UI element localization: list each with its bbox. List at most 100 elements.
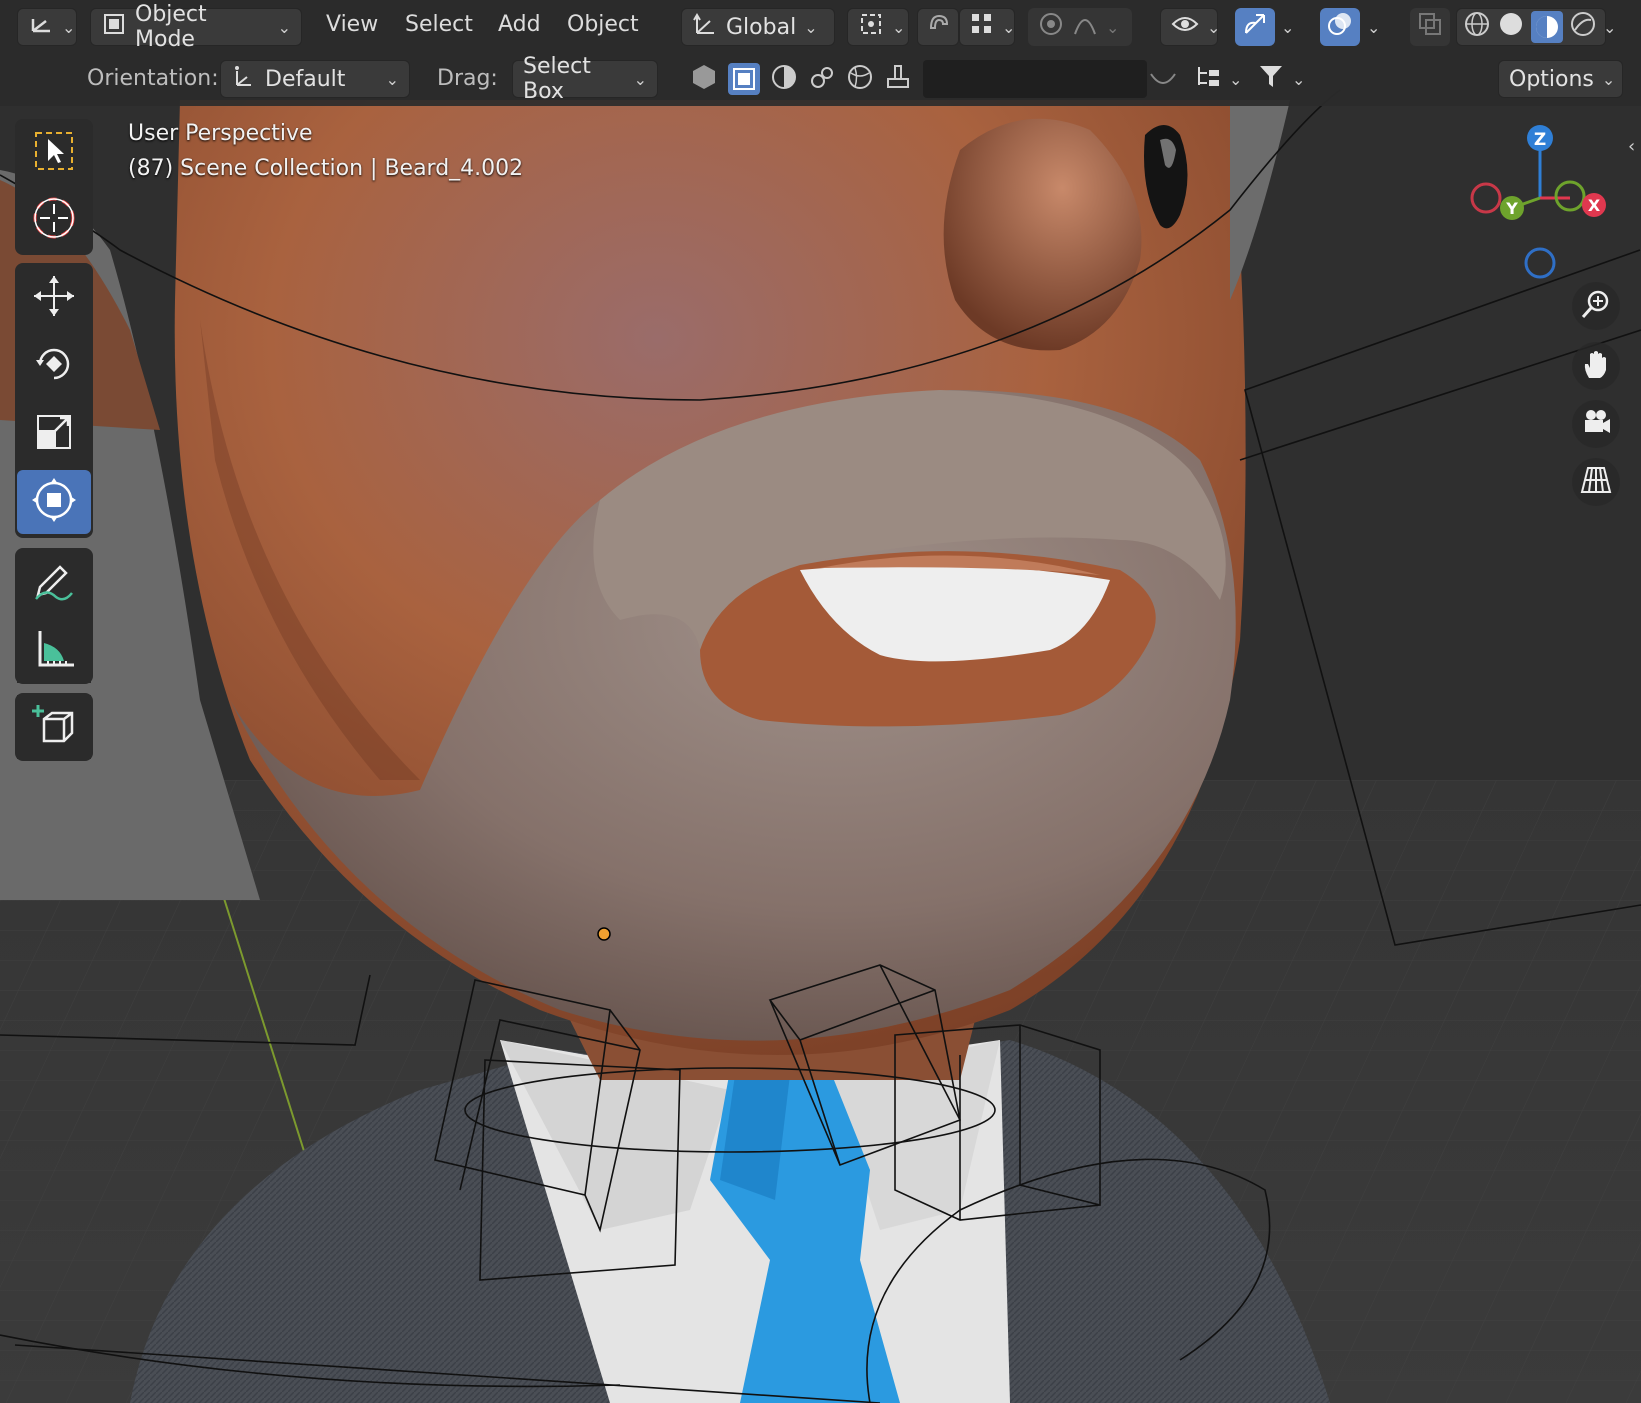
drag-label: Drag: (437, 66, 498, 91)
chevron-down-icon: ⌄ (1207, 17, 1221, 37)
svg-text:‹: ‹ (1628, 136, 1635, 157)
chevron-down-icon: ⌄ (1292, 69, 1306, 89)
navigation-gizmo[interactable]: Z X Y (1462, 120, 1622, 280)
filter-selector[interactable]: ⌄ (1248, 60, 1308, 98)
mesh-filter-icon[interactable] (690, 63, 718, 95)
snap-toggle[interactable] (917, 8, 959, 46)
z-axis-label: Z (1534, 130, 1546, 150)
neg-z-axis-handle[interactable] (1524, 247, 1556, 279)
orientation-axes-icon (231, 63, 257, 95)
view-name: User Perspective (128, 121, 313, 146)
gizmo-toggle[interactable] (1235, 8, 1275, 46)
gizmo-chevron-icon[interactable]: ⌄ (1281, 18, 1294, 37)
snap-target-selector[interactable]: ⌄ (959, 8, 1015, 46)
tool-rotate[interactable] (17, 334, 91, 398)
curve-icon[interactable] (1148, 68, 1178, 96)
chevron-down-icon: ⌄ (1106, 17, 1120, 37)
drag-value: Select Box (523, 54, 591, 104)
transform-icon (30, 476, 78, 528)
collection-filter-icons (690, 60, 950, 98)
y-axis-label: Y (1505, 199, 1518, 218)
overlays-toggle[interactable] (1320, 8, 1360, 46)
orientation-value: Default (265, 66, 346, 92)
editor-type-selector[interactable]: ⌄ (17, 8, 77, 46)
world-filter-icon[interactable] (846, 63, 874, 95)
drag-dropdown[interactable]: Select Box ⌄ (512, 54, 658, 104)
tool-select-box[interactable] (17, 121, 91, 185)
menu-object[interactable]: Object (567, 12, 639, 37)
wireframe-shading-icon[interactable] (1463, 10, 1491, 44)
neg-y-axis-handle[interactable] (1554, 180, 1586, 212)
zoom-button[interactable] (1572, 282, 1620, 330)
shading-mode-group: ⌄ (1456, 8, 1616, 46)
material-filter-icon[interactable] (770, 63, 798, 95)
transform-orientation-selector[interactable]: Global ⌄ (681, 8, 835, 46)
rotate-icon (30, 340, 78, 392)
solid-shading-icon[interactable] (1497, 10, 1525, 44)
chevron-down-icon: ⌄ (1229, 69, 1243, 89)
camera-view-button[interactable] (1572, 400, 1620, 448)
tool-move[interactable] (17, 266, 91, 330)
tool-scale[interactable] (17, 402, 91, 466)
measure-ruler-icon (30, 625, 78, 677)
neg-x-axis-handle[interactable] (1470, 182, 1502, 214)
3d-viewport[interactable]: ‹ ⌄ Object Mode ⌄ View Select Add Object… (0, 0, 1641, 1403)
chevron-down-icon: ⌄ (892, 17, 906, 37)
options-dropdown[interactable]: Options ⌄ (1498, 60, 1623, 98)
xray-toggle[interactable] (1410, 8, 1450, 46)
tool-annotate[interactable] (17, 551, 91, 615)
orientation-dropdown[interactable]: Default ⌄ (220, 60, 410, 98)
menu-view[interactable]: View (326, 12, 378, 37)
hand-icon (1580, 348, 1612, 384)
falloff-icon (1072, 11, 1098, 43)
chevron-down-icon: ⌄ (1601, 69, 1616, 89)
search-input[interactable] (923, 60, 1147, 98)
magnet-icon (924, 10, 952, 44)
move-icon (30, 272, 78, 324)
tool-cursor[interactable] (17, 188, 91, 252)
x-axis-label: X (1588, 196, 1601, 215)
eye-icon (1171, 12, 1199, 42)
pivot-icon (858, 11, 884, 43)
pan-button[interactable] (1572, 342, 1620, 390)
chevron-down-icon[interactable]: ⌄ (1603, 18, 1616, 37)
particles-filter-icon[interactable] (808, 63, 836, 95)
chevron-down-icon: ⌄ (804, 17, 818, 37)
material-shading-icon[interactable] (1531, 11, 1563, 43)
scale-icon (32, 410, 76, 458)
mode-selector[interactable]: Object Mode ⌄ (90, 2, 302, 52)
annotate-pencil-icon (30, 557, 78, 609)
perspective-toggle-button[interactable] (1572, 458, 1620, 506)
select-box-icon (32, 129, 76, 177)
hierarchy-selector[interactable]: ⌄ (1185, 60, 1245, 98)
rendered-shading-icon[interactable] (1569, 10, 1597, 44)
chevron-down-icon: ⌄ (1002, 17, 1016, 37)
camera-icon (1580, 406, 1612, 442)
cursor-icon (30, 194, 78, 246)
grid-perspective-icon (1580, 464, 1612, 500)
hierarchy-icon (1195, 63, 1221, 95)
chevron-down-icon: ⌄ (62, 17, 76, 37)
proportional-editing[interactable]: ⌄ (1028, 8, 1132, 46)
object-info: (87) Scene Collection | Beard_4.002 (128, 156, 524, 181)
add-cube-icon (30, 701, 78, 753)
tool-measure[interactable] (17, 619, 91, 683)
chevron-down-icon: ⌄ (385, 69, 399, 89)
tool-settings-bar: Orientation: Default ⌄ Drag: Select Box … (0, 54, 1641, 106)
zoom-magnifier-icon (1580, 288, 1612, 324)
filter-icon (1258, 63, 1284, 95)
pivot-point-selector[interactable]: ⌄ (847, 8, 909, 46)
tool-transform[interactable] (17, 470, 91, 534)
tool-add-cube[interactable] (17, 695, 91, 759)
viewport-header: ⌄ Object Mode ⌄ View Select Add Object G… (0, 0, 1641, 54)
axis-icon (28, 13, 54, 41)
visibility-selector[interactable]: ⌄ (1160, 8, 1221, 46)
select-filter-icon[interactable] (728, 63, 760, 95)
orientation-label: Orientation: (87, 66, 219, 91)
overlays-chevron-icon[interactable]: ⌄ (1367, 18, 1380, 37)
chevron-down-icon: ⌄ (277, 17, 291, 37)
menu-add[interactable]: Add (498, 12, 541, 37)
brush-filter-icon[interactable] (884, 63, 912, 95)
object-mode-icon (101, 11, 127, 43)
menu-select[interactable]: Select (405, 12, 473, 37)
